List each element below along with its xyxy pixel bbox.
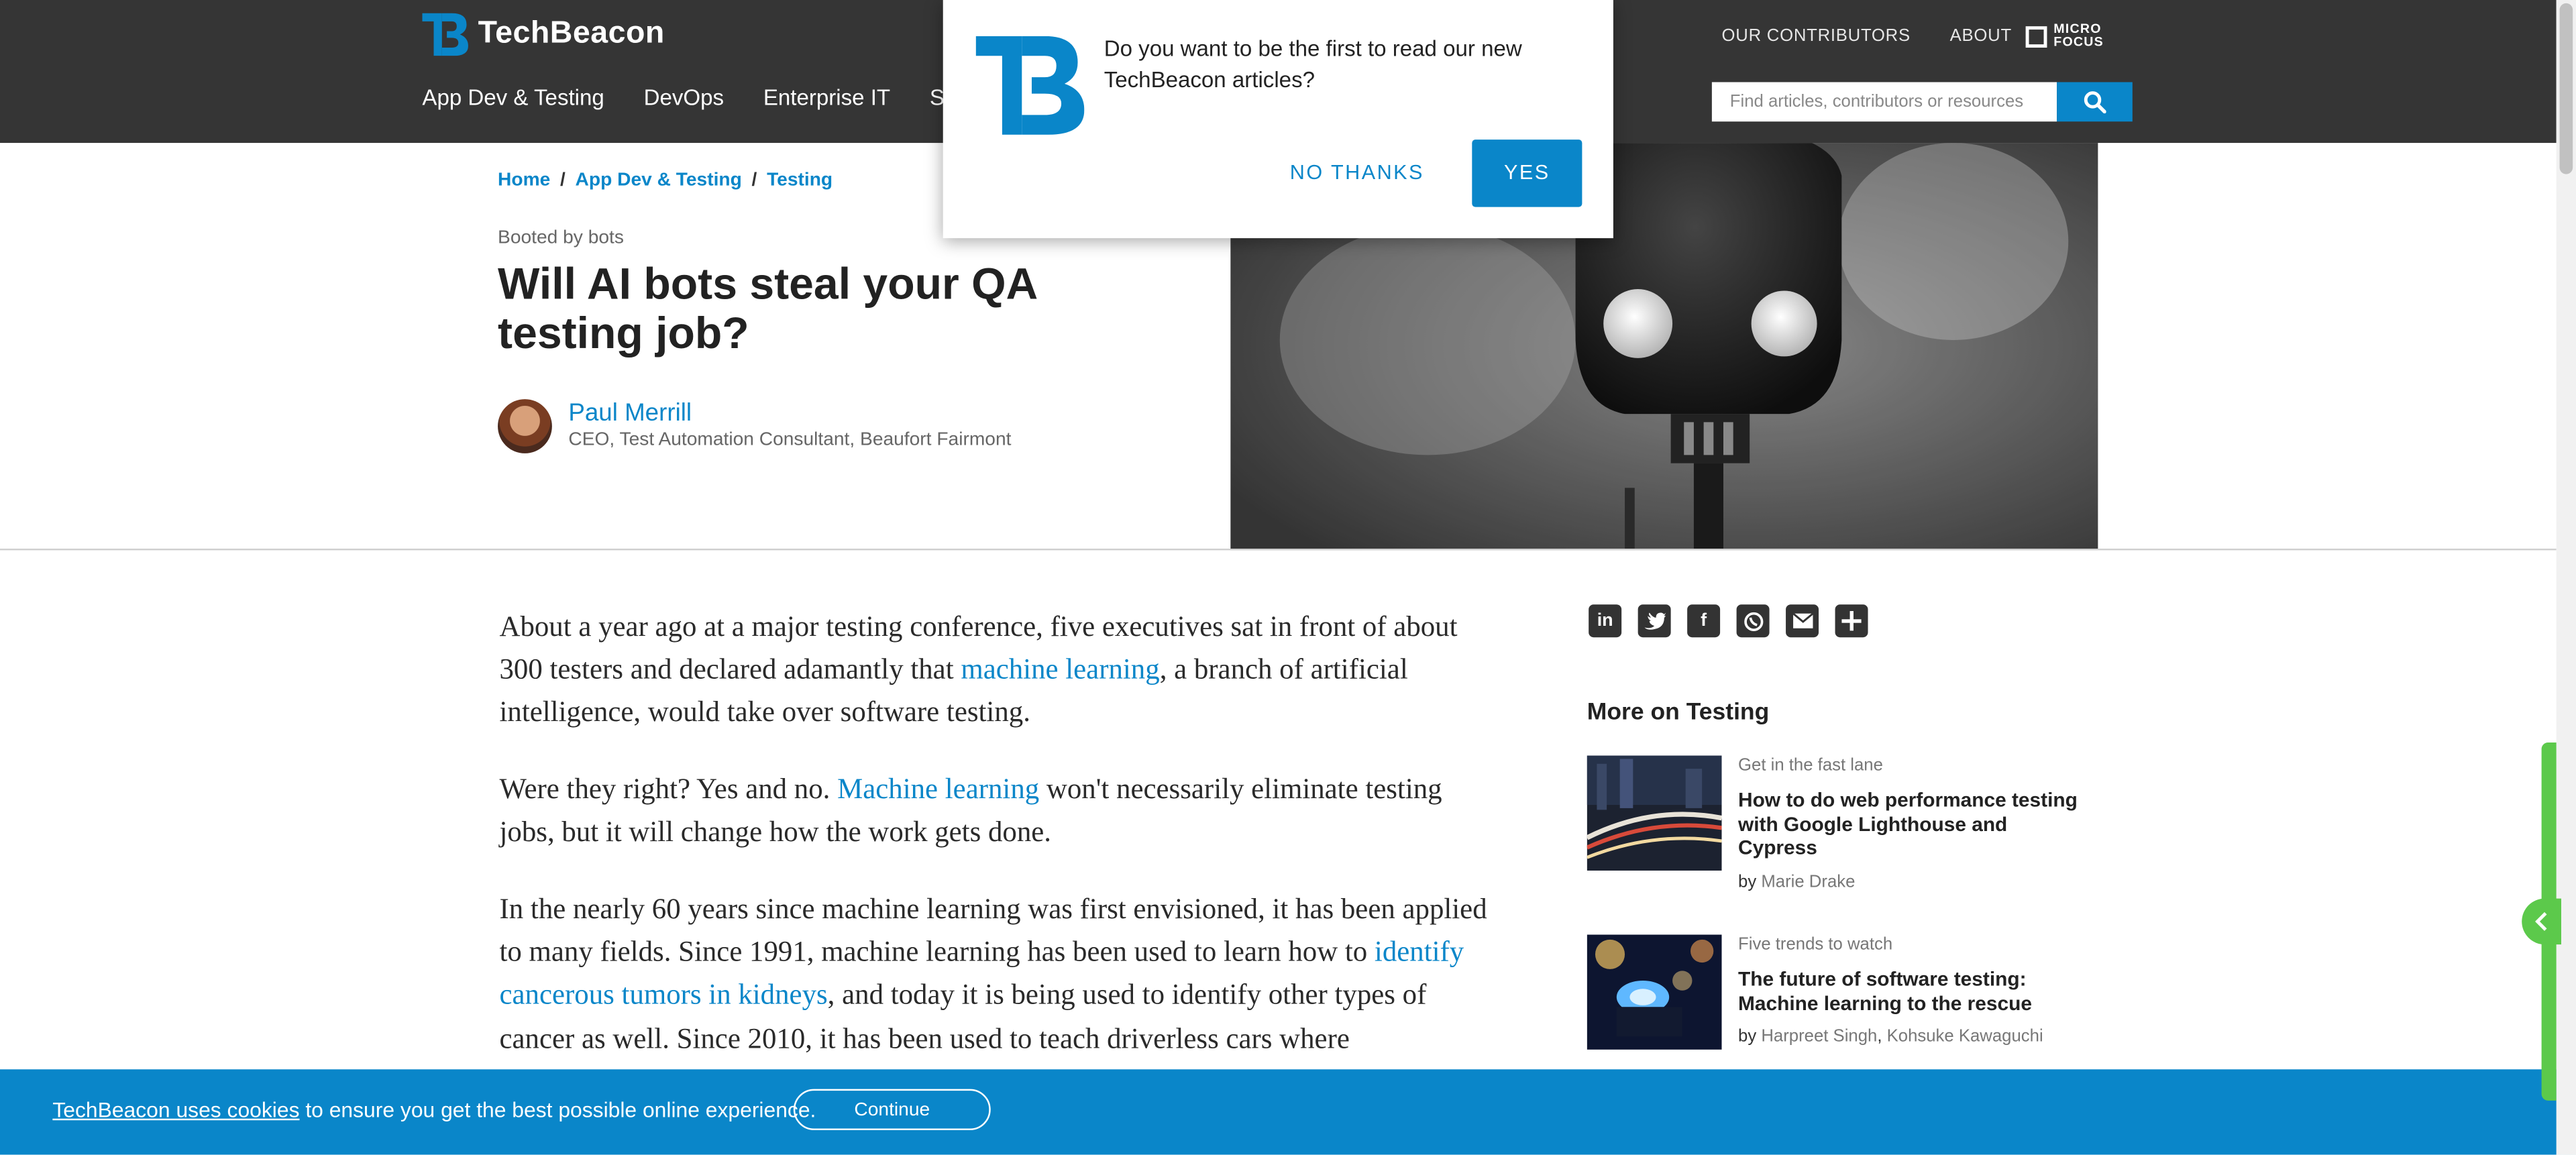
search-input[interactable] <box>1711 82 2057 122</box>
notification-prompt: Do you want to be the first to read our … <box>943 0 1613 239</box>
card-title[interactable]: How to do web performance testing with G… <box>1738 789 2080 861</box>
link-machine-learning-2[interactable]: Machine learning <box>837 772 1039 805</box>
card-author[interactable]: Kohsuke Kawaguchi <box>1887 1027 2043 1046</box>
link-our-contributors[interactable]: OUR CONTRIBUTORS <box>1722 26 1911 46</box>
paragraph: About a year ago at a major testing conf… <box>499 609 1458 728</box>
related-article-card[interactable]: Get in the fast lane How to do web perfo… <box>1587 755 2080 892</box>
cookie-policy-link[interactable]: TechBeacon uses cookies <box>52 1097 299 1122</box>
author-role: CEO, Test Automation Consultant, Beaufor… <box>568 430 1012 451</box>
top-links: OUR CONTRIBUTORS ABOUT <box>1722 26 2012 46</box>
chevron-left-icon <box>2535 912 2547 931</box>
prompt-message: Do you want to be the first to read our … <box>1104 36 1522 93</box>
nav-item-enterprise-it[interactable]: Enterprise IT <box>763 85 890 110</box>
breadcrumb-separator: / <box>559 170 566 191</box>
techbeacon-logo-icon <box>975 36 1085 135</box>
card-author[interactable]: Harpreet Singh <box>1761 1027 1877 1046</box>
card-byline: by Marie Drake <box>1738 871 1856 892</box>
author-block: Paul Merrill CEO, Test Automation Consul… <box>498 399 1011 453</box>
linkedin-icon[interactable]: in <box>1589 604 1622 638</box>
yes-button[interactable]: YES <box>1472 140 1582 207</box>
share-bar: in f <box>1589 604 1868 638</box>
card-byline: by Harpreet Singh, Kohsuke Kawaguchi <box>1738 1027 2043 1047</box>
whatsapp-icon[interactable] <box>1736 604 1770 638</box>
author-name[interactable]: Paul Merrill <box>568 399 1011 429</box>
article-body: About a year ago at a major testing conf… <box>499 604 1501 1093</box>
breadcrumb-testing[interactable]: Testing <box>767 171 833 190</box>
main-nav: App Dev & Testing DevOps Enterprise IT S… <box>422 85 967 110</box>
cookie-message: TechBeacon uses cookies to ensure you ge… <box>52 1097 816 1122</box>
related-article-card[interactable]: Five trends to watch The future of softw… <box>1587 934 2080 1050</box>
continue-button[interactable]: Continue <box>793 1089 991 1130</box>
search-icon <box>2084 91 2106 113</box>
paragraph: In the nearly 60 years since machine lea… <box>499 891 1487 1054</box>
twitter-icon[interactable] <box>1638 604 1671 638</box>
nav-item-app-dev[interactable]: App Dev & Testing <box>422 85 604 110</box>
email-icon[interactable] <box>1786 604 1819 638</box>
cookie-banner: TechBeacon uses cookies to ensure you ge… <box>0 1069 2576 1155</box>
card-author[interactable]: Marie Drake <box>1761 872 1855 891</box>
card-kicker: Five trends to watch <box>1738 934 1893 954</box>
plus-icon[interactable] <box>1835 604 1868 638</box>
micro-focus-wordmark: MICRO FOCUS <box>2053 21 2104 50</box>
facebook-icon[interactable]: f <box>1687 604 1721 638</box>
feedback-tab[interactable] <box>2522 898 2561 945</box>
search-bar <box>1711 82 2133 122</box>
article-kicker: Booted by bots <box>498 228 624 248</box>
search-button[interactable] <box>2057 82 2133 122</box>
page: TechBeacon App Dev & Testing DevOps Ente… <box>0 0 2576 1155</box>
micro-focus-logo[interactable]: MICRO FOCUS <box>2025 21 2104 50</box>
breadcrumb-home[interactable]: Home <box>498 171 550 190</box>
breadcrumb-separator: / <box>751 170 757 191</box>
scrollbar-thumb[interactable] <box>2559 3 2573 174</box>
breadcrumb: Home / App Dev & Testing / Testing <box>498 171 833 190</box>
article-title: Will AI bots steal your QA testing job? <box>498 259 1036 358</box>
link-machine-learning[interactable]: machine learning <box>961 653 1159 685</box>
techbeacon-logo-icon <box>422 13 468 56</box>
site-logo[interactable]: TechBeacon <box>422 13 664 56</box>
author-avatar[interactable] <box>498 399 552 453</box>
card-kicker: Get in the fast lane <box>1738 755 1883 775</box>
no-thanks-button[interactable]: NO THANKS <box>1272 153 1443 192</box>
logo-text: TechBeacon <box>478 16 665 51</box>
card-thumbnail <box>1587 755 1722 871</box>
micro-focus-square-icon <box>2025 25 2047 47</box>
breadcrumb-app-dev[interactable]: App Dev & Testing <box>576 171 742 190</box>
header-divider <box>0 548 2557 551</box>
more-on-testing-heading: More on Testing <box>1587 700 1770 726</box>
card-title[interactable]: The future of software testing: Machine … <box>1738 967 2080 1015</box>
paragraph: Were they right? Yes and no. Machine lea… <box>499 772 1442 848</box>
link-about[interactable]: ABOUT <box>1950 26 2012 46</box>
nav-item-devops[interactable]: DevOps <box>644 85 724 110</box>
card-thumbnail <box>1587 934 1722 1050</box>
